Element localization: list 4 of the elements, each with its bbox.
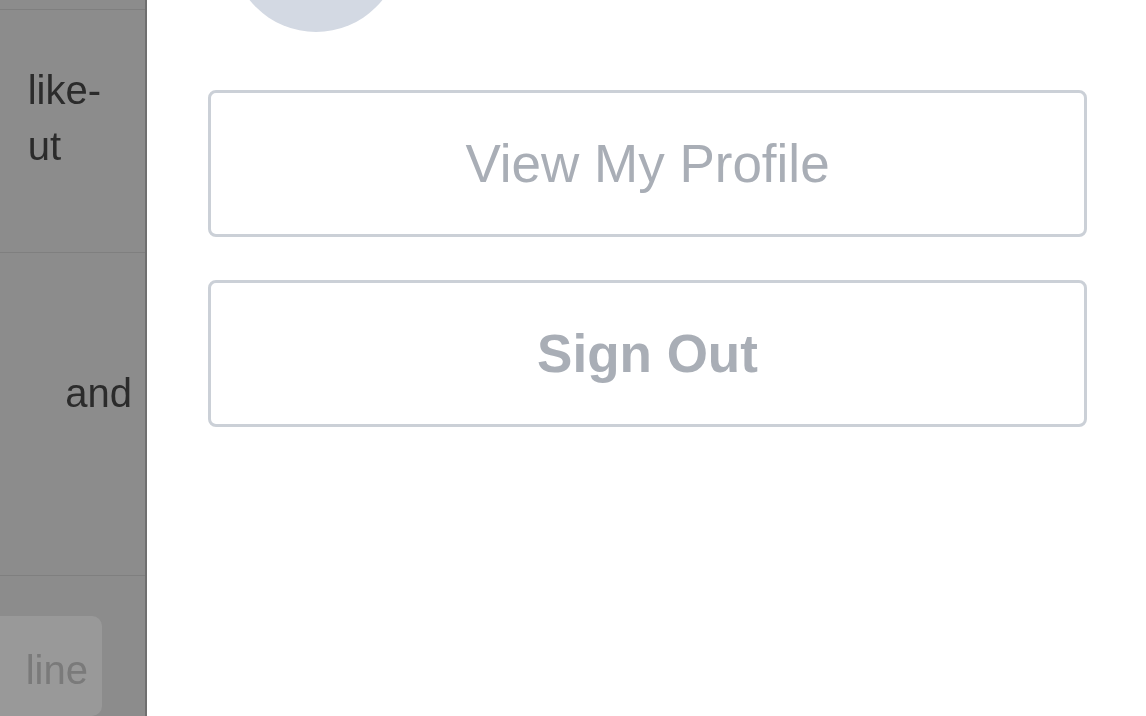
list-item-text: and [65, 369, 132, 417]
list-item-text: like- ut [27, 66, 101, 170]
view-profile-button[interactable]: View My Profile [208, 90, 1087, 237]
sign-out-button[interactable]: Sign Out [208, 280, 1087, 427]
